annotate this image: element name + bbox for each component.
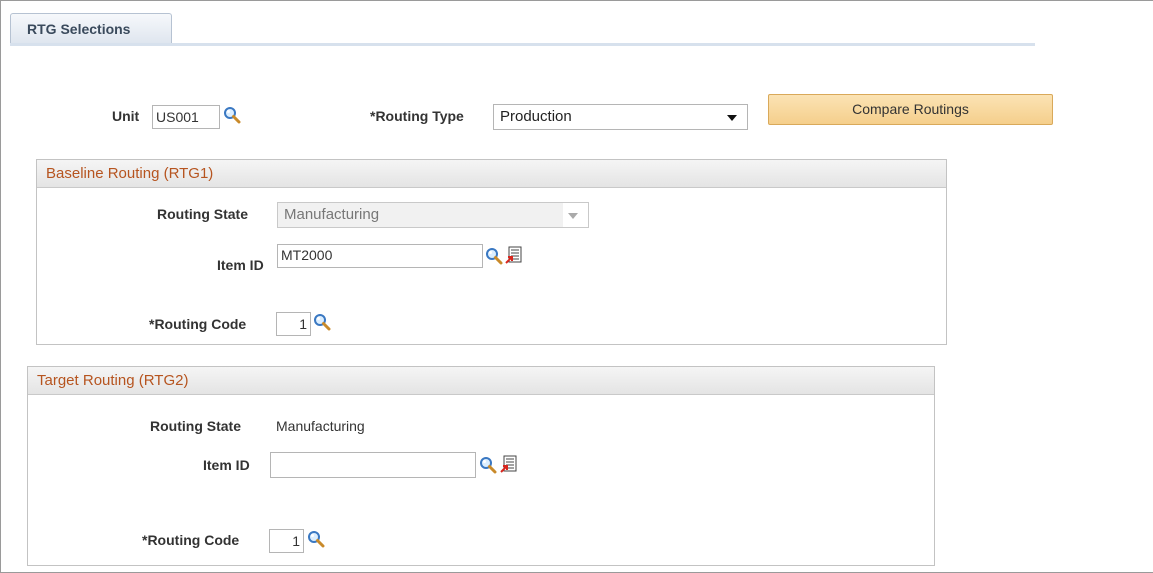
chevron-down-icon xyxy=(568,213,578,219)
target-routing-code-input[interactable]: 1 xyxy=(269,529,304,553)
baseline-item-id-input[interactable]: MT2000 xyxy=(277,244,483,268)
target-item-detail-icon[interactable] xyxy=(500,455,518,473)
frame-left-border xyxy=(0,0,1,573)
target-routing-state-value: Manufacturing xyxy=(276,418,365,434)
baseline-routing-code-lookup-icon[interactable] xyxy=(313,313,331,331)
chevron-down-icon xyxy=(727,115,737,121)
routing-type-select[interactable]: Production xyxy=(493,104,748,130)
target-item-lookup-icon[interactable] xyxy=(479,456,497,474)
routing-type-value: Production xyxy=(500,108,572,125)
target-routing-title: Target Routing (RTG2) xyxy=(28,367,934,395)
compare-routings-button[interactable]: Compare Routings xyxy=(768,94,1053,125)
target-routing-state-label: Routing State xyxy=(150,418,241,434)
tab-label: RTG Selections xyxy=(27,21,131,37)
unit-label: Unit xyxy=(112,108,140,124)
baseline-item-detail-icon[interactable] xyxy=(505,246,523,264)
baseline-routing-code-label: *Routing Code xyxy=(149,316,247,332)
baseline-routing-state-select[interactable]: Manufacturing xyxy=(277,202,589,228)
baseline-item-lookup-icon[interactable] xyxy=(485,247,503,265)
tab-rtg-selections[interactable]: RTG Selections xyxy=(10,13,172,43)
target-routing-code-lookup-icon[interactable] xyxy=(307,530,325,548)
routing-type-label: *Routing Type xyxy=(370,108,464,124)
unit-lookup-icon[interactable] xyxy=(223,106,241,124)
frame-top-border xyxy=(0,0,1153,1)
baseline-item-id-label: Item ID xyxy=(217,257,264,273)
baseline-routing-state-label: Routing State xyxy=(157,206,248,222)
baseline-routing-title: Baseline Routing (RTG1) xyxy=(37,160,946,188)
target-item-id-label: Item ID xyxy=(203,457,250,473)
target-item-id-input[interactable] xyxy=(270,452,476,478)
unit-input[interactable]: US001 xyxy=(152,105,220,129)
tab-underline xyxy=(10,43,1035,46)
baseline-routing-state-value: Manufacturing xyxy=(284,206,380,223)
baseline-routing-code-input[interactable]: 1 xyxy=(276,312,311,336)
target-routing-code-label: *Routing Code xyxy=(142,532,240,548)
